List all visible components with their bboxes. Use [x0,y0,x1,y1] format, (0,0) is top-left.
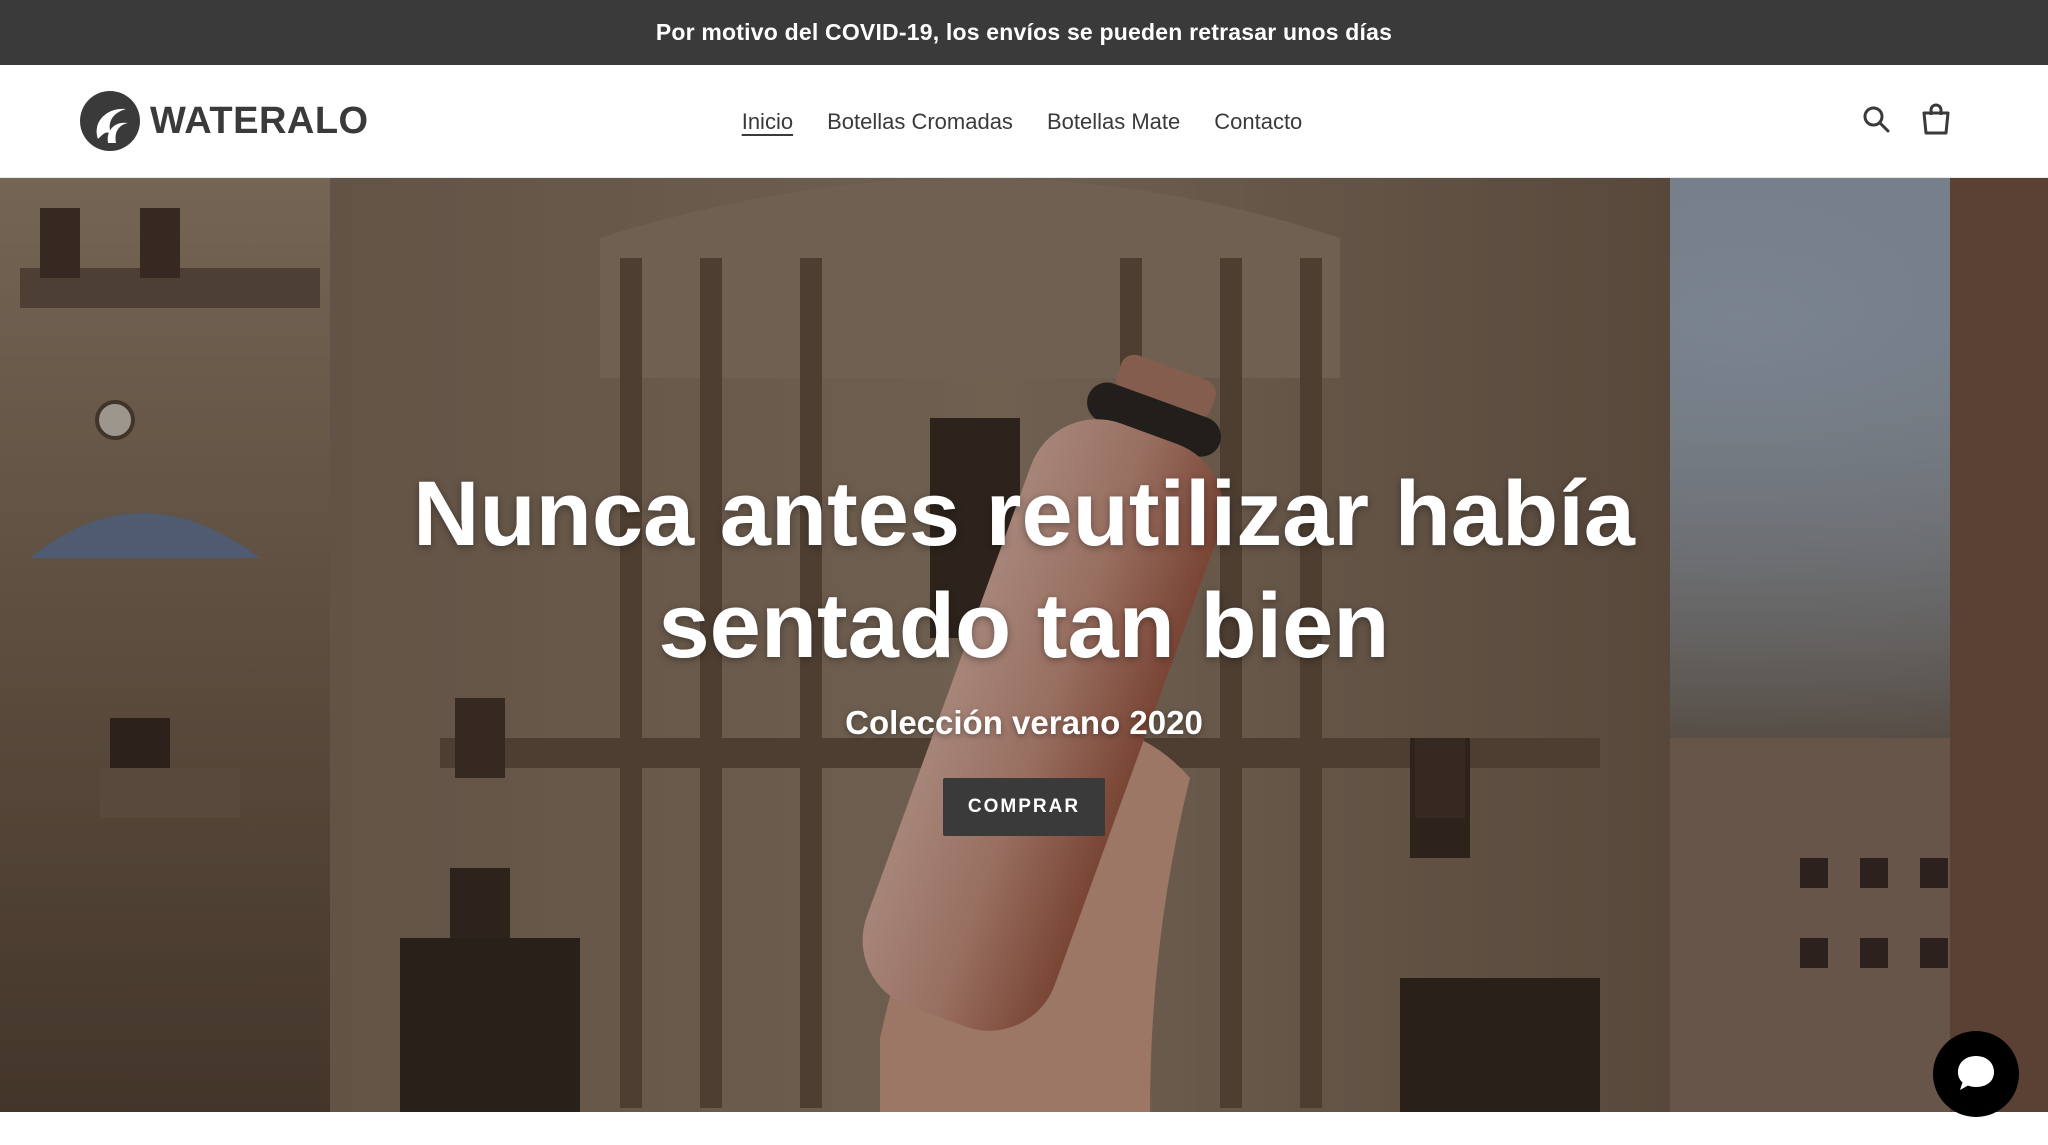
hero-content: Nunca antes reutilizar había sentado tan… [0,458,2048,836]
nav-item-contacto[interactable]: Contacto [1214,103,1302,141]
shop-button[interactable]: COMPRAR [943,778,1105,836]
chat-bubble-icon [1958,1056,1994,1090]
nav-item-inicio[interactable]: Inicio [742,103,793,141]
hero-title: Nunca antes reutilizar había sentado tan… [413,463,1635,677]
announcement-text: Por motivo del COVID-19, los envíos se p… [655,19,1393,45]
logo[interactable]: WATERALO [78,88,369,154]
search-icon [1863,106,1890,133]
header-actions [1860,101,1952,137]
search-button[interactable] [1860,101,1892,137]
nav-item-botellas-mate[interactable]: Botellas Mate [1047,103,1180,141]
page-bottom [0,1112,2048,1145]
chat-button[interactable] [1933,1031,2019,1117]
logo-text: WATERALO [150,99,369,142]
cart-icon [1922,103,1950,135]
announcement-bar: Por motivo del COVID-19, los envíos se p… [0,0,2048,65]
hero-subtitle: Colección verano 2020 [845,704,1203,741]
site-header: WATERALO Inicio Botellas Cromadas Botell… [0,65,2048,178]
hero-banner: Nunca antes reutilizar había sentado tan… [0,178,2048,1112]
cart-button[interactable] [1920,101,1952,137]
wave-logo-icon [80,91,140,151]
nav-item-botellas-cromadas[interactable]: Botellas Cromadas [827,103,1013,141]
